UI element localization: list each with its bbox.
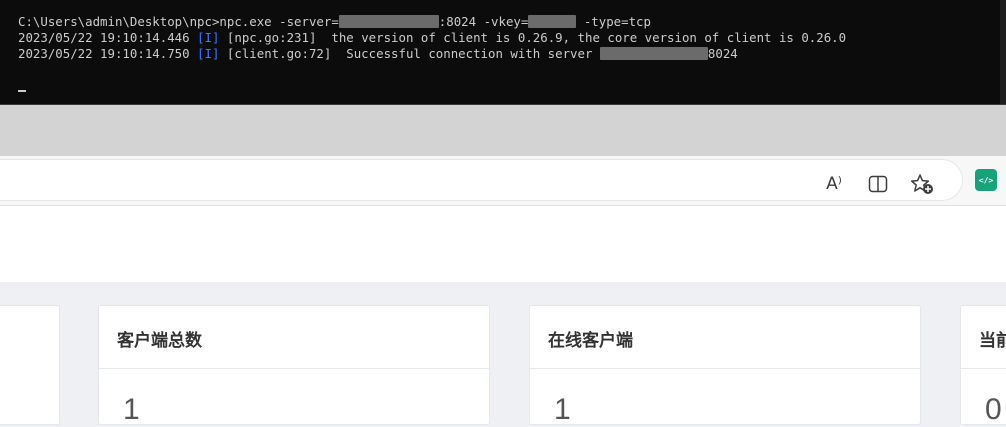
log-line-2: 2023/05/22 19:10:14.750 [I] [client.go:7… xyxy=(18,46,738,61)
extension-icon[interactable]: </> xyxy=(975,169,997,191)
card-value: 1 xyxy=(123,393,140,426)
log-timestamp: 2023/05/22 19:10:14.750 xyxy=(18,46,190,61)
log-line-1: 2023/05/22 19:10:14.446 [I] [npc.go:231]… xyxy=(18,30,846,45)
card-title: 在线客户端 xyxy=(530,306,920,369)
split-screen-svg xyxy=(868,175,888,193)
log-level: [I] xyxy=(197,46,220,61)
terminal-cursor xyxy=(18,90,26,92)
terminal-scrollbar[interactable] xyxy=(1000,0,1006,104)
log-message: Successful connection with server xyxy=(346,46,593,61)
read-aloud-icon[interactable]: A⁾ xyxy=(822,172,846,196)
redacted-vkey xyxy=(528,15,577,28)
vkey-flag: -vkey= xyxy=(483,14,529,29)
address-bar[interactable]: A⁾ xyxy=(0,160,962,200)
log-timestamp: 2023/05/22 19:10:14.446 xyxy=(18,30,190,45)
stat-card-partial-left xyxy=(0,305,60,425)
card-value: 0 xyxy=(985,393,1002,426)
terminal-prompt: C:\Users\admin\Desktop\npc> xyxy=(18,14,220,29)
log-source: [npc.go:231] xyxy=(226,30,317,45)
stat-card-online-clients: 在线客户端 1 xyxy=(529,305,921,426)
browser-tab-strip[interactable] xyxy=(0,105,1006,156)
terminal-window[interactable]: C:\Users\admin\Desktop\npc>npc.exe -serv… xyxy=(0,0,1000,104)
redacted-server-ip xyxy=(599,47,708,60)
stat-card-total-clients: 客户端总数 1 xyxy=(98,305,490,426)
log-source: [client.go:72] xyxy=(226,46,332,61)
card-value: 1 xyxy=(554,393,571,426)
split-screen-icon[interactable] xyxy=(866,172,890,196)
log-port: 8024 xyxy=(707,46,738,61)
star-plus-svg xyxy=(910,174,933,194)
add-favorite-icon[interactable] xyxy=(910,172,934,196)
browser-toolbar: A⁾ </> xyxy=(0,156,1006,206)
type-flag: -type=tcp xyxy=(583,14,651,29)
page-header xyxy=(0,206,1006,282)
card-title: 当前 xyxy=(961,306,1006,369)
server-port: :8024 xyxy=(438,14,477,29)
redacted-server-address xyxy=(338,15,439,28)
server-flag: -server= xyxy=(279,14,339,29)
terminal-command: npc.exe xyxy=(219,14,272,29)
stat-card-current: 当前 0 xyxy=(960,305,1006,426)
card-title: 客户端总数 xyxy=(99,306,489,369)
log-message: the version of client is 0.26.9, the cor… xyxy=(331,30,847,45)
log-level: [I] xyxy=(197,30,220,45)
